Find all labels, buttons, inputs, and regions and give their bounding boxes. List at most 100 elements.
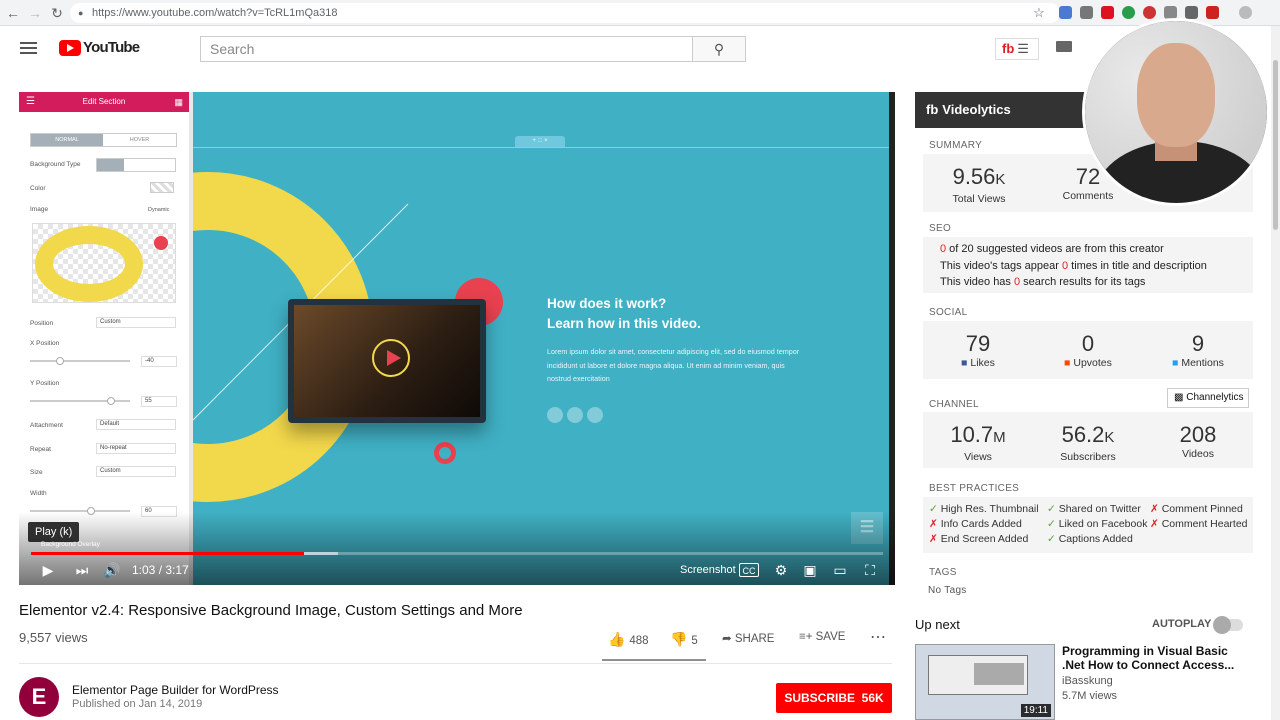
best-practice-item: ✓ Liked on Facebook [1047,518,1147,530]
volume-button[interactable]: 🔊 [101,558,123,582]
tags-label: TAGS [929,567,957,578]
channelytics-label: Channelytics [1186,392,1244,403]
brush-icon[interactable] [97,159,124,171]
position-select[interactable]: Custom [96,317,176,328]
extension-icon[interactable] [1143,6,1156,19]
cross-icon: ✗ [1150,518,1162,530]
seo-line: This video has 0 search results for its … [940,276,1145,288]
size-select[interactable]: Custom [96,466,176,477]
slider-handle[interactable] [107,397,115,405]
social-box: 79 ■ Likes 0 ■ Upvotes 9 ■ Mentions [923,321,1253,379]
extension-icon[interactable] [1185,6,1198,19]
extension-icon[interactable] [1206,6,1219,19]
scrollbar-thumb[interactable] [1273,60,1278,230]
check-icon: ✓ [1047,533,1059,545]
channel-avatar[interactable]: E [19,677,59,717]
y-position-slider[interactable] [30,397,130,405]
stat-suffix: M [993,429,1006,446]
dislike-button[interactable]: 👎 5 [670,631,698,648]
captions-button[interactable]: CC [739,563,759,577]
view-count: 9,557 views [19,630,88,645]
x-position-slider[interactable] [30,357,130,365]
next-video-title[interactable]: Programming in Visual Basic .Net How to … [1062,644,1252,672]
position-label: Position [30,320,54,327]
progress-bar[interactable] [31,552,883,555]
camera-extension-icon[interactable] [1080,6,1093,19]
attachment-select[interactable]: Default [96,419,176,430]
best-practice-label: End Screen Added [940,533,1029,545]
share-button[interactable]: ➦ SHARE [722,631,774,645]
state-tabs: NORMAL HOVER [30,133,177,147]
reload-icon[interactable]: ↻ [48,4,66,22]
play-button[interactable]: ▶ [37,558,59,582]
screenshot-button[interactable]: Screenshot [680,558,736,582]
repeat-label: Repeat [30,446,51,453]
summary-label: SUMMARY [929,140,983,151]
color-swatch[interactable] [150,182,174,193]
repeat-select[interactable]: No-repeat [96,443,176,454]
grammarly-icon[interactable] [1122,6,1135,19]
slider-handle[interactable] [56,357,64,365]
background-type-label: Background Type [30,161,81,168]
best-practice-item: ✓ Captions Added [1047,533,1133,545]
videolytics-toggle-button[interactable]: fb ☰ [995,38,1039,60]
channel-label: CHANNEL [929,399,979,410]
autoplay-toggle[interactable] [1213,616,1243,634]
search-button[interactable]: ⚲ [692,36,746,62]
channel-stat: 208 Videos [1148,422,1248,460]
social-stat[interactable]: 9 ■ Mentions [1148,331,1248,369]
video-thumbnail[interactable]: 19:11 [915,644,1055,720]
next-button[interactable]: ⏭ [71,558,93,582]
tablet-mockup [288,299,486,423]
forward-icon[interactable]: → [26,4,44,22]
channelytics-button[interactable]: ▩ Channelytics [1167,388,1249,408]
best-practice-item: ✓ Shared on Twitter [1047,503,1141,515]
seo-text: of 20 suggested videos are from this cre… [946,243,1164,255]
twitter-icon: ■ [1172,357,1182,369]
extension-icon[interactable] [1059,6,1072,19]
divider [19,663,892,664]
miniplayer-button[interactable]: ▣ [799,558,821,582]
y-position-input[interactable]: 55 [141,396,177,407]
settings-button[interactable]: ⚙ [770,558,792,582]
save-button[interactable]: ≡+ SAVE [799,631,845,643]
address-bar[interactable]: ● https://www.youtube.com/watch?v=TcRL1m… [70,3,1060,23]
next-video-channel[interactable]: iBasskung [1062,675,1113,687]
stat-value: 9 [1191,331,1205,356]
social-stat[interactable]: 0 ■ Upvotes [1038,331,1138,369]
best-practices-box: ✓ High Res. Thumbnail ✓ Shared on Twitter… [923,497,1253,553]
tab-hover[interactable]: HOVER [103,134,176,146]
search-input[interactable]: Search [200,36,693,62]
like-button[interactable]: 👍 488 [608,631,649,648]
x-position-input[interactable]: -40 [141,356,177,367]
channel-name[interactable]: Elementor Page Builder for WordPress [72,683,279,697]
fullscreen-button[interactable]: ⛶ [859,558,881,582]
profile-avatar[interactable] [1239,6,1252,19]
thumbnail-dialog [974,663,1024,685]
theater-mode-button[interactable]: ▭ [829,558,851,582]
bookmark-star-icon[interactable]: ☆ [1030,4,1048,22]
fb-extension-icon[interactable] [1101,6,1114,19]
create-video-icon[interactable] [1056,41,1072,52]
back-icon[interactable]: ← [4,4,22,22]
check-icon: ✓ [1047,503,1059,515]
reddit-icon: ■ [1064,357,1074,369]
dynamic-label: Dynamic [148,207,170,213]
stat-label: Videos [1182,448,1214,460]
subscribe-button[interactable]: SUBSCRIBE 56K [776,683,892,713]
best-practice-label: Captions Added [1058,533,1133,545]
background-type-selector[interactable] [96,158,176,172]
bar-chart-icon: ▩ [1174,392,1187,403]
dribbble-icon [587,407,603,423]
cross-icon: ✗ [929,518,941,530]
video-player[interactable]: ☰ Edit Section ▦ NORMAL HOVER Background… [19,92,895,585]
more-actions-icon[interactable]: ⋯ [870,627,886,647]
stat-label: Likes [970,357,995,369]
check-icon: ✓ [929,503,941,515]
image-preview[interactable] [32,223,176,303]
image-preview-ring [35,226,143,302]
tab-normal[interactable]: NORMAL [31,134,103,146]
hamburger-menu-icon[interactable] [20,42,37,54]
seo-line: This video's tags appear 0 times in titl… [940,260,1207,272]
volume-icon: 🔊 [103,562,121,578]
